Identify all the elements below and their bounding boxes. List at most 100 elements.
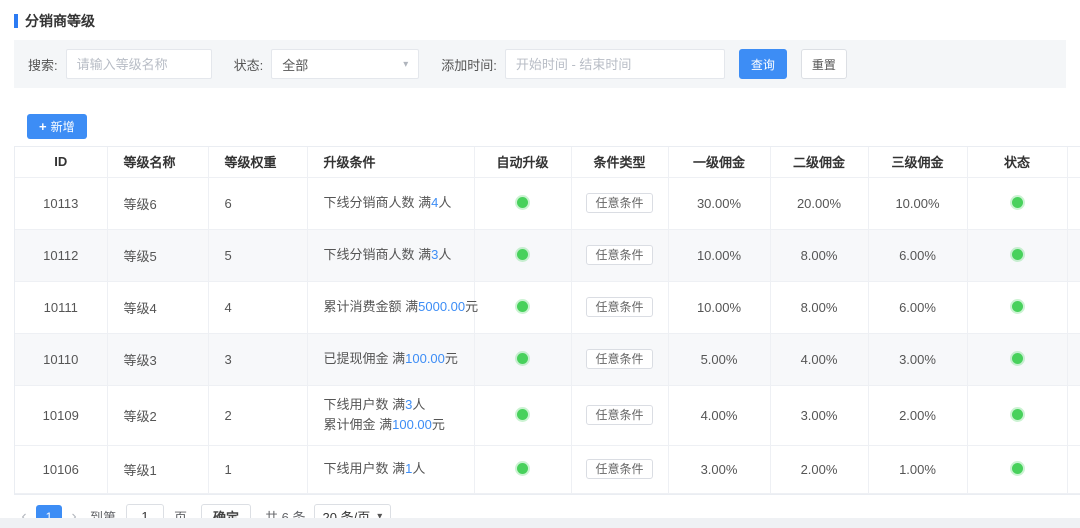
condition-text: 下线分销商人数 满 <box>324 195 432 210</box>
cell-commission-1: 3.00% <box>668 445 770 493</box>
condition-text: 累计消费金额 满 <box>324 299 419 314</box>
cell-auto-upgrade <box>474 281 571 333</box>
cell-commission-3: 2.00% <box>868 385 967 445</box>
add-level-button[interactable]: + 新增 <box>27 114 87 139</box>
search-input[interactable] <box>66 49 212 79</box>
cell-commission-2: 8.00% <box>770 229 868 281</box>
chevron-down-icon: ▾ <box>403 59 408 70</box>
cell-upgrade-condition: 累计消费金额 满5000.00元 <box>307 281 474 333</box>
cell-level-weight: 3 <box>208 333 307 385</box>
title-accent-bar <box>14 14 18 28</box>
filter-bar: 搜索: 状态: 全部 ▾ 添加时间: 查询 重置 <box>14 40 1066 88</box>
cell-upgrade-condition: 下线分销商人数 满4人 <box>307 177 474 229</box>
auto-upgrade-on-dot <box>517 197 528 208</box>
condition-type-tag: 任意条件 <box>586 245 652 265</box>
cell-clipped <box>1067 229 1080 281</box>
col-header-id: ID <box>15 147 107 177</box>
cell-commission-2: 4.00% <box>770 333 868 385</box>
col-header-commission-2: 二级佣金 <box>770 147 868 177</box>
condition-value: 5000.00 <box>418 299 465 314</box>
cell-id: 10112 <box>15 229 107 281</box>
condition-text: 下线用户数 满 <box>324 397 406 412</box>
status-on-dot <box>1012 353 1023 364</box>
condition-unit: 人 <box>438 247 451 262</box>
page-header: 分销商等级 <box>0 0 1080 31</box>
cell-auto-upgrade <box>474 229 571 281</box>
cell-commission-2: 8.00% <box>770 281 868 333</box>
cell-commission-2: 2.00% <box>770 445 868 493</box>
condition-unit: 元 <box>432 417 445 432</box>
auto-upgrade-on-dot <box>517 409 528 420</box>
condition-text: 已提现佣金 满 <box>324 351 406 366</box>
condition-unit: 元 <box>445 351 458 366</box>
cell-condition-type: 任意条件 <box>571 333 668 385</box>
auto-upgrade-on-dot <box>517 249 528 260</box>
cell-commission-3: 3.00% <box>868 333 967 385</box>
cell-level-name: 等级5 <box>107 229 208 281</box>
cell-upgrade-condition: 下线用户数 满3人 累计佣金 满100.00元 <box>307 385 474 445</box>
cell-level-weight: 6 <box>208 177 307 229</box>
cell-commission-3: 10.00% <box>868 177 967 229</box>
cell-condition-type: 任意条件 <box>571 445 668 493</box>
status-select[interactable]: 全部 ▾ <box>271 49 419 79</box>
cell-commission-3: 1.00% <box>868 445 967 493</box>
status-on-dot <box>1012 301 1023 312</box>
cell-level-weight: 4 <box>208 281 307 333</box>
cell-level-weight: 5 <box>208 229 307 281</box>
date-range-input[interactable] <box>505 49 725 79</box>
condition-type-tag: 任意条件 <box>586 297 652 317</box>
query-button[interactable]: 查询 <box>739 49 787 79</box>
table-toolbar: + 新增 <box>27 114 1080 139</box>
add-time-label: 添加时间: <box>441 55 497 74</box>
cell-commission-1: 5.00% <box>668 333 770 385</box>
cell-commission-1: 10.00% <box>668 229 770 281</box>
cell-condition-type: 任意条件 <box>571 385 668 445</box>
col-header-auto-upgrade: 自动升级 <box>474 147 571 177</box>
table-row: 10112 等级5 5 下线分销商人数 满3人 任意条件 10.00% 8.00… <box>15 229 1080 281</box>
cell-upgrade-condition: 下线用户数 满1人 <box>307 445 474 493</box>
status-on-dot <box>1012 463 1023 474</box>
cell-level-name: 等级2 <box>107 385 208 445</box>
cell-auto-upgrade <box>474 333 571 385</box>
table-row: 10110 等级3 3 已提现佣金 满100.00元 任意条件 5.00% 4.… <box>15 333 1080 385</box>
page-title: 分销商等级 <box>25 11 95 31</box>
reset-button[interactable]: 重置 <box>801 49 847 79</box>
cell-condition-type: 任意条件 <box>571 281 668 333</box>
auto-upgrade-on-dot <box>517 353 528 364</box>
condition-value: 100.00 <box>392 417 432 432</box>
col-header-level-weight: 等级权重 <box>208 147 307 177</box>
cell-status <box>967 333 1067 385</box>
cell-upgrade-condition: 下线分销商人数 满3人 <box>307 229 474 281</box>
cell-commission-2: 20.00% <box>770 177 868 229</box>
condition-unit: 人 <box>412 461 425 476</box>
cell-commission-3: 6.00% <box>868 229 967 281</box>
col-header-commission-3: 三级佣金 <box>868 147 967 177</box>
cell-commission-1: 4.00% <box>668 385 770 445</box>
cell-level-weight: 2 <box>208 385 307 445</box>
cell-clipped <box>1067 445 1080 493</box>
col-header-level-name: 等级名称 <box>107 147 208 177</box>
cell-commission-1: 30.00% <box>668 177 770 229</box>
auto-upgrade-on-dot <box>517 301 528 312</box>
levels-table: ID 等级名称 等级权重 升级条件 自动升级 条件类型 一级佣金 二级佣金 三级… <box>14 146 1080 495</box>
condition-type-tag: 任意条件 <box>586 349 652 369</box>
cell-status <box>967 281 1067 333</box>
table-row: 10106 等级1 1 下线用户数 满1人 任意条件 3.00% 2.00% 1… <box>15 445 1080 493</box>
cell-commission-3: 6.00% <box>868 281 967 333</box>
status-label: 状态: <box>234 55 264 74</box>
cell-auto-upgrade <box>474 445 571 493</box>
table-header-row: ID 等级名称 等级权重 升级条件 自动升级 条件类型 一级佣金 二级佣金 三级… <box>15 147 1080 177</box>
cell-clipped <box>1067 385 1080 445</box>
cell-id: 10109 <box>15 385 107 445</box>
col-header-condition-type: 条件类型 <box>571 147 668 177</box>
col-header-upgrade-condition: 升级条件 <box>307 147 474 177</box>
cell-auto-upgrade <box>474 177 571 229</box>
cell-level-name: 等级1 <box>107 445 208 493</box>
condition-type-tag: 任意条件 <box>586 193 652 213</box>
condition-unit: 人 <box>438 195 451 210</box>
cell-auto-upgrade <box>474 385 571 445</box>
cell-id: 10113 <box>15 177 107 229</box>
condition-text: 下线分销商人数 满 <box>324 247 432 262</box>
cell-status <box>967 229 1067 281</box>
cell-status <box>967 385 1067 445</box>
